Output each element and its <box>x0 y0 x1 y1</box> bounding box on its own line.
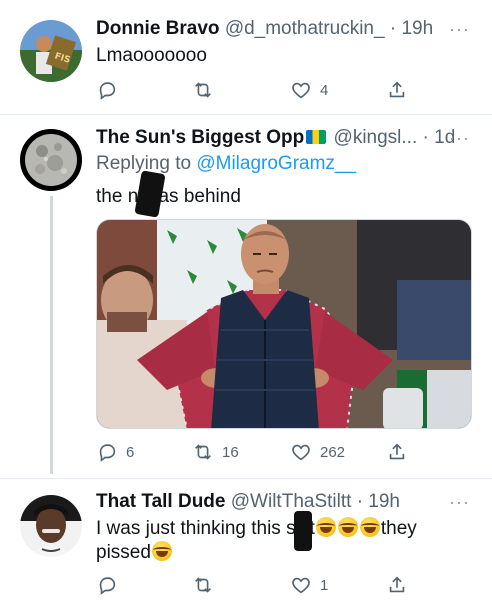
timestamp[interactable]: · 19h <box>390 18 433 39</box>
avatar[interactable] <box>20 495 82 557</box>
reply-button[interactable]: 6 <box>96 440 134 464</box>
tweet-actions: 6 16 262 <box>96 440 416 464</box>
retweet-icon <box>195 82 211 98</box>
timestamp[interactable]: · 19h <box>357 491 400 512</box>
retweet-button[interactable] <box>192 78 214 102</box>
tweet-image[interactable] <box>96 219 472 429</box>
tweet-actions: 4 <box>96 78 416 102</box>
laughing-emoji-icon <box>151 541 172 561</box>
laughing-emoji-icon <box>337 517 358 537</box>
user-handle[interactable]: @WiltThaStiltt <box>231 491 352 512</box>
tweet-text-part: I was just thinking this s <box>96 518 296 539</box>
replying-to-handle[interactable]: @MilagroGramz__ <box>196 153 356 174</box>
more-icon[interactable]: ··· <box>449 129 470 147</box>
tweet-header: Donnie Bravo @d_mothatruckin_ · 19h <box>96 18 433 40</box>
reply-count: 6 <box>126 443 135 461</box>
like-icon <box>292 82 310 99</box>
reply-button[interactable] <box>96 573 118 597</box>
tweet-header: That Tall Dude @WiltThaStiltt · 19h <box>96 491 400 513</box>
retweet-button[interactable] <box>192 573 214 597</box>
tweet-actions: 1 <box>96 573 416 597</box>
tweet-text: I was just thinking this s t they <box>96 510 417 551</box>
like-count: 4 <box>320 81 329 99</box>
tweet-text-part: t <box>309 518 315 539</box>
reply-icon <box>99 82 116 100</box>
user-handle[interactable]: @kingsl... <box>334 127 418 148</box>
more-icon[interactable]: ··· <box>449 493 470 511</box>
display-name[interactable]: That Tall Dude <box>96 491 225 512</box>
laughing-emoji-icon <box>315 517 336 537</box>
more-icon[interactable]: ··· <box>449 20 470 38</box>
replying-to: Replying to @MilagroGramz__ <box>96 153 356 175</box>
tweet-text: the ni as behind <box>96 170 241 218</box>
tweet-that-tall-dude[interactable]: That Tall Dude @WiltThaStiltt · 19h ··· … <box>0 479 492 600</box>
share-icon <box>389 81 405 98</box>
avatar[interactable] <box>20 129 82 191</box>
censor-mark <box>134 170 167 218</box>
share-icon <box>389 443 405 460</box>
retweet-count: 16 <box>222 443 239 461</box>
reply-icon <box>99 444 116 462</box>
like-icon <box>292 444 310 461</box>
share-button[interactable] <box>386 440 408 464</box>
laughing-emoji-icon <box>359 517 380 537</box>
like-button[interactable]: 4 <box>290 78 328 102</box>
tweet-text-part: as behind <box>158 186 241 207</box>
tweet-text: Lmaooooooo <box>96 45 207 66</box>
tweet-text-part: they <box>380 518 417 539</box>
retweet-icon <box>195 577 211 593</box>
reply-icon <box>99 577 116 595</box>
like-button[interactable]: 1 <box>290 573 328 597</box>
share-icon <box>389 576 405 593</box>
retweet-button[interactable]: 16 <box>192 440 239 464</box>
tweet-text-line2: pissed <box>96 541 173 565</box>
user-handle[interactable]: @d_mothatruckin_ <box>225 18 385 39</box>
retweet-icon <box>195 444 211 460</box>
share-button[interactable] <box>386 78 408 102</box>
display-name[interactable]: Donnie Bravo <box>96 18 220 39</box>
like-button[interactable]: 262 <box>290 440 345 464</box>
share-button[interactable] <box>386 573 408 597</box>
like-count: 262 <box>320 443 346 461</box>
avatar[interactable]: FIS <box>20 20 82 82</box>
display-name[interactable]: The Sun's Biggest Opp <box>96 127 304 148</box>
saint-vincent-flag-icon <box>306 130 327 144</box>
reply-button[interactable] <box>96 78 118 102</box>
tweet-donnie-bravo[interactable]: FIS Donnie Bravo @d_mothatruckin_ · 19h … <box>0 0 492 110</box>
like-icon <box>292 577 310 594</box>
tweet-header: The Sun's Biggest Opp @kingsl... · 1d <box>96 127 455 149</box>
like-count: 1 <box>320 576 329 594</box>
tweet-text-part: pissed <box>96 542 151 563</box>
